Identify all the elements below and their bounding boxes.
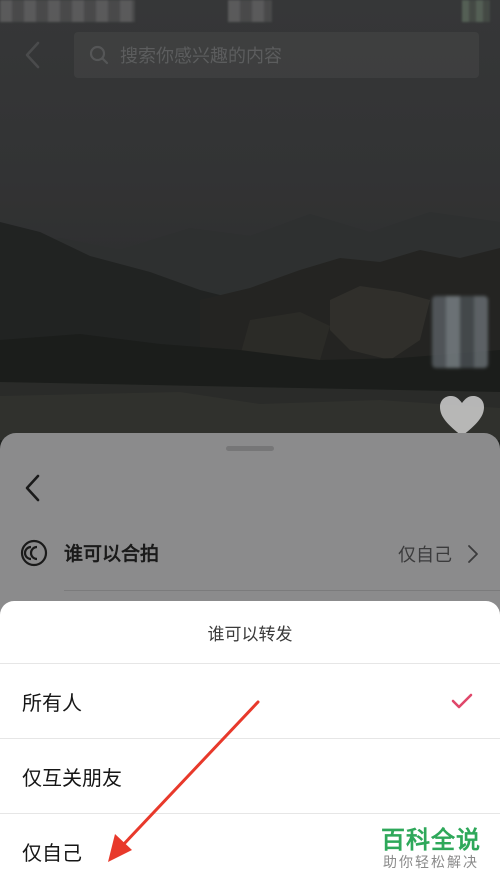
status-bar-left — [0, 0, 135, 22]
drag-handle[interactable] — [226, 446, 274, 451]
back-button[interactable] — [18, 38, 46, 72]
sheet-title: 谁可以转发 — [0, 601, 500, 664]
option-mutual-friends[interactable]: 仅互关朋友 — [0, 739, 500, 814]
watermark-title: 百科全说 — [381, 826, 481, 854]
back-arrow-icon — [25, 41, 40, 69]
setting-value: 仅自己 — [398, 545, 452, 566]
chevron-right-icon — [468, 545, 478, 563]
option-label: 仅互关朋友 — [22, 766, 122, 790]
setting-row-duet[interactable]: 谁可以合拍 仅自己 — [0, 529, 500, 577]
watermark-logo: 百科全说 助你轻松解决 — [376, 826, 486, 872]
heart-icon[interactable] — [438, 394, 486, 438]
back-arrow-icon — [25, 474, 40, 502]
divider — [64, 590, 500, 591]
option-label: 所有人 — [22, 691, 82, 715]
watermark-subtitle: 助你轻松解决 — [383, 855, 479, 871]
author-avatar[interactable] — [432, 296, 488, 368]
option-everyone[interactable]: 所有人 — [0, 664, 500, 739]
search-bar[interactable]: 搜索你感兴趣的内容 — [74, 32, 479, 78]
status-bar-right — [462, 0, 490, 22]
search-placeholder: 搜索你感兴趣的内容 — [120, 46, 282, 67]
duet-icon — [20, 539, 48, 567]
sheet-back-button[interactable] — [18, 471, 46, 505]
check-icon — [451, 693, 473, 709]
search-icon — [88, 44, 110, 66]
status-bar-center — [228, 0, 272, 22]
setting-label: 谁可以合拍 — [64, 543, 160, 565]
option-label: 仅自己 — [22, 841, 82, 865]
